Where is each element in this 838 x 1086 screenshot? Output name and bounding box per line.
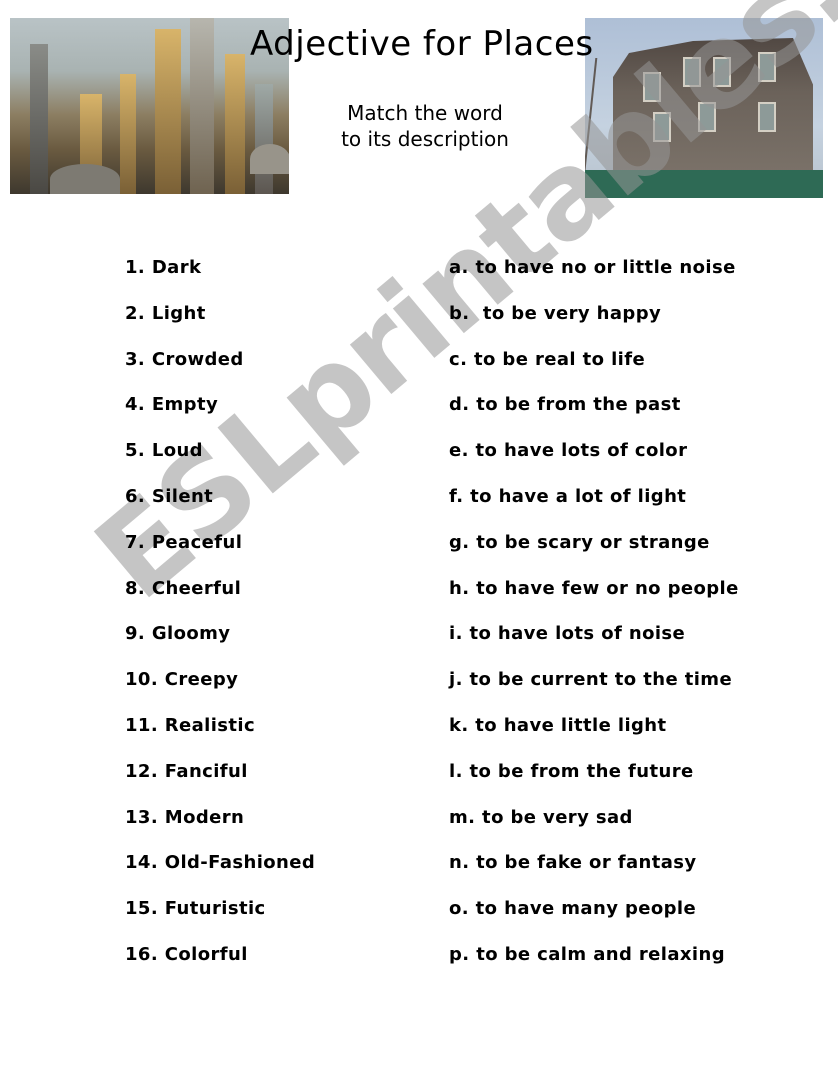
description-item: l. to be from the future xyxy=(449,760,694,782)
description-item: k. to have little light xyxy=(449,714,667,736)
word-item: 11. Realistic xyxy=(125,714,256,736)
word-item: 8. Cheerful xyxy=(125,577,242,599)
old-house-image xyxy=(585,18,823,198)
description-item: m. to be very sad xyxy=(449,806,633,828)
word-item: 3. Crowded xyxy=(125,348,244,370)
description-item: d. to be from the past xyxy=(449,394,681,416)
description-item: g. to be scary or strange xyxy=(449,531,710,553)
description-item: e. to have lots of color xyxy=(449,440,688,462)
description-item: f. to have a lot of light xyxy=(449,485,687,507)
word-item: 9. Gloomy xyxy=(125,623,231,645)
word-item: 15. Futuristic xyxy=(125,898,266,920)
word-item: 1. Dark xyxy=(125,257,202,278)
word-item: 5. Loud xyxy=(125,440,203,462)
word-item: 13. Modern xyxy=(125,806,245,828)
word-item: 7. Peaceful xyxy=(125,531,243,553)
description-item: n. to be fake or fantasy xyxy=(449,852,697,874)
instructions: Match the word to its description xyxy=(300,100,550,152)
instructions-line-2: to its description xyxy=(341,127,509,151)
instructions-line-1: Match the word xyxy=(347,101,503,125)
description-list: a. to have no or little noise b. to be ve… xyxy=(449,255,739,988)
futuristic-city-image xyxy=(10,18,289,194)
description-item: a. to have no or little noise xyxy=(449,257,736,278)
word-item: 10. Creepy xyxy=(125,669,239,691)
word-list: 1. Dark 2. Light 3. Crowded 4. Empty 5. Loud… xyxy=(125,255,315,988)
word-item: 4. Empty xyxy=(125,394,219,416)
description-item: o. to have many people xyxy=(449,898,697,920)
word-item: 6. Silent xyxy=(125,485,214,507)
word-item: 14. Old-Fashioned xyxy=(125,852,316,874)
word-item: 12. Fanciful xyxy=(125,760,248,782)
description-item: p. to be calm and relaxing xyxy=(449,943,725,965)
description-item: j. to be current to the time xyxy=(449,669,733,691)
description-item: i. to have lots of noise xyxy=(449,623,686,645)
description-item: h. to have few or no people xyxy=(449,577,739,599)
word-item: 16. Colorful xyxy=(125,943,248,965)
word-item: 2. Light xyxy=(125,302,206,324)
page-title: Adjective for Places xyxy=(250,24,594,64)
description-item: b. to be very happy xyxy=(449,302,662,324)
description-item: c. to be real to life xyxy=(449,348,646,370)
